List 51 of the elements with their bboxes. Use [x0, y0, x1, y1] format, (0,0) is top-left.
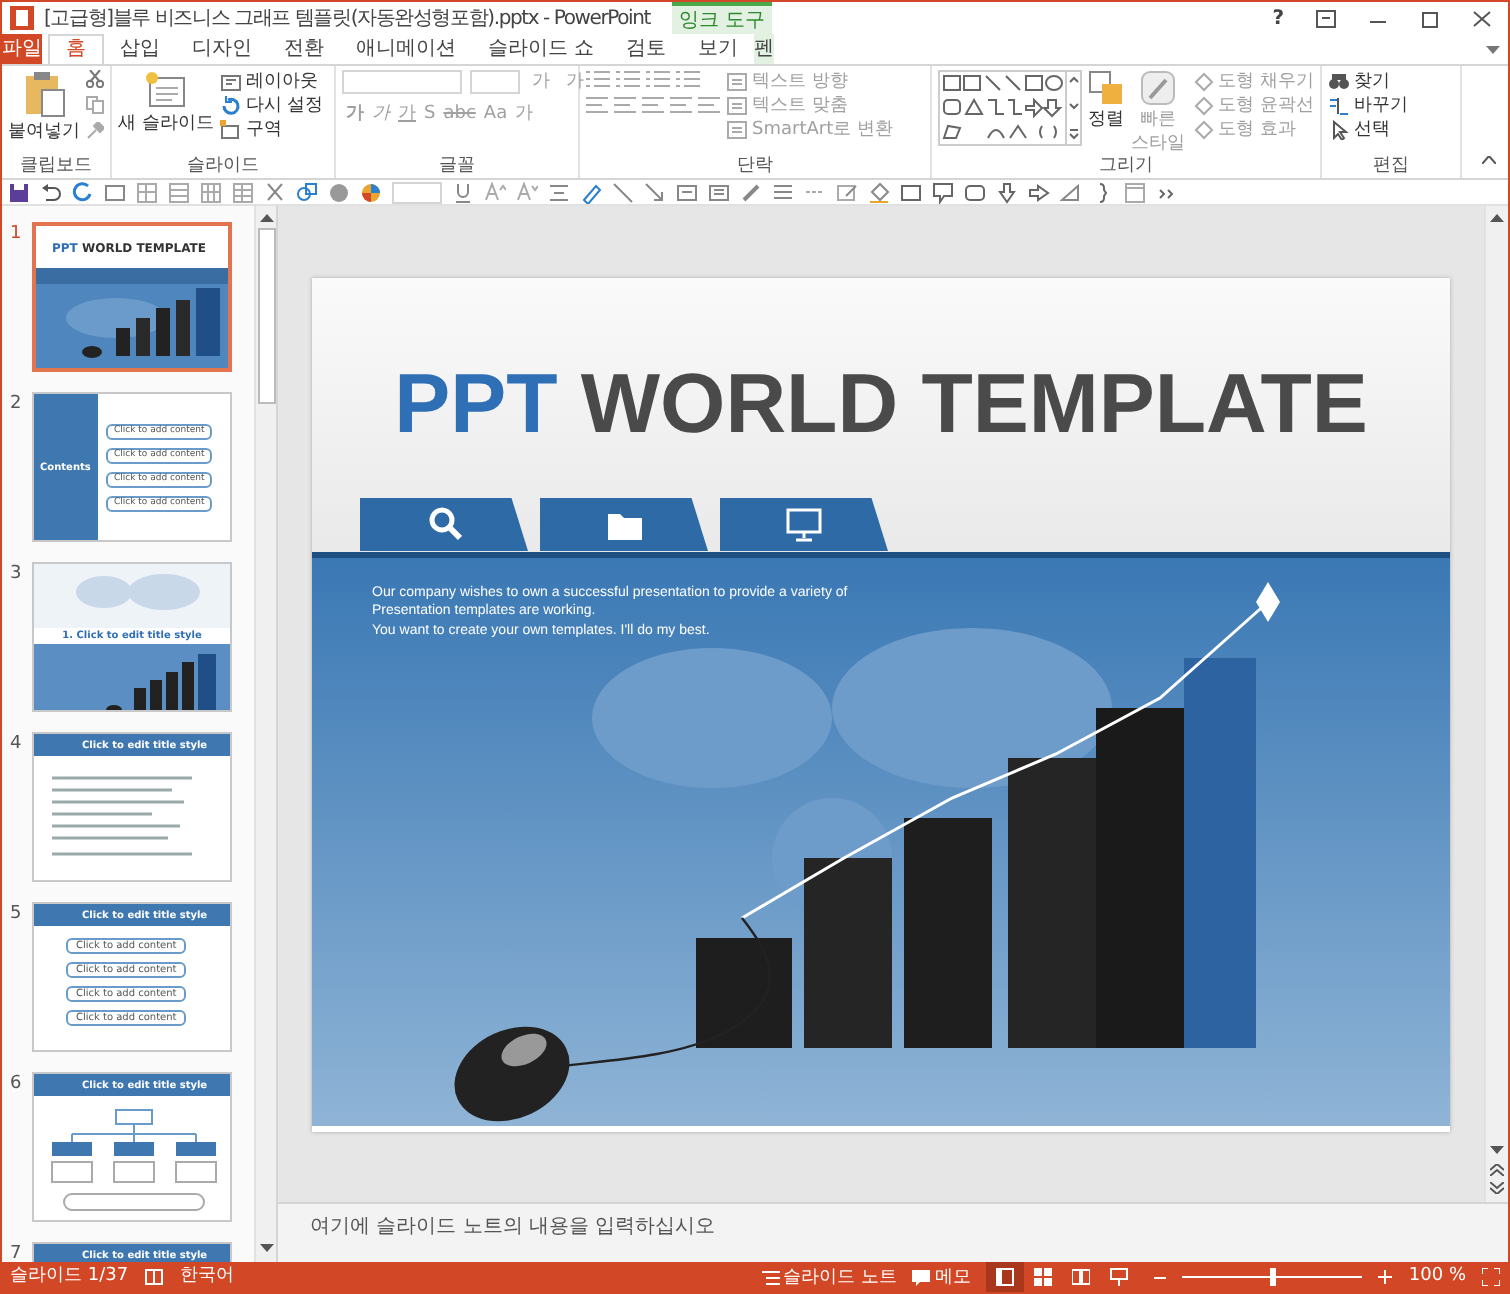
zoom-level[interactable]: 100 % [1408, 1263, 1466, 1291]
group-label: 클립보드 [18, 156, 94, 178]
group-label: 그리기 [1097, 156, 1155, 178]
ribbon-tab[interactable]: 디자인 [176, 34, 268, 64]
ribbon-tab[interactable]: 슬라이드 쇼 [472, 34, 611, 64]
ribbon-tab[interactable]: 검토 [610, 34, 683, 64]
group-label: 슬라이드 [185, 156, 261, 178]
ribbon-button[interactable]: 레이아웃 [219, 70, 324, 94]
ribbon-button[interactable]: 찾기 [1328, 70, 1408, 94]
comments-button[interactable]: 메모 [912, 1265, 971, 1289]
slide-number: 6 [10, 1072, 24, 1098]
ribbon-tab[interactable]: 홈 [48, 34, 104, 64]
format-button[interactable]: 가 [342, 102, 368, 126]
paste-button[interactable]: 붙여넣기 [8, 70, 80, 144]
slide-number: 5 [10, 902, 24, 928]
slide-number: 4 [10, 732, 24, 758]
ribbon-tab[interactable]: 펜 [754, 34, 775, 64]
format-button[interactable]: Aa [479, 102, 512, 126]
notes-button[interactable]: 슬라이드 노트 [761, 1265, 897, 1289]
ribbon-tab[interactable]: 보기 [682, 34, 755, 64]
language-label[interactable]: 한국어 [180, 1263, 235, 1291]
format-button[interactable]: 가 [511, 102, 538, 126]
ribbon-button[interactable]: 바꾸기 [1328, 94, 1408, 118]
format-button[interactable]: S [420, 102, 440, 126]
format-button[interactable]: abc [439, 102, 480, 126]
font-size-button[interactable]: 가 [562, 70, 588, 94]
ribbon-tab[interactable]: 애니메이션 [340, 34, 472, 64]
slide-counter: 슬라이드 1/37 [10, 1263, 129, 1290]
font-size-button[interactable]: 가 [528, 70, 554, 94]
format-button[interactable]: 가 [394, 102, 420, 126]
notes-field[interactable]: 여기에 슬라이드 노트의 내용을 입력하십시오 [278, 1202, 1508, 1262]
slide-number: 2 [10, 392, 24, 418]
help-button[interactable]: ? [1272, 3, 1284, 33]
ribbon-tab[interactable]: 삽입 [104, 34, 176, 64]
arrange-button[interactable]: 정렬 [1088, 70, 1124, 132]
ribbon-tab[interactable]: 파일 [2, 34, 42, 64]
ribbon-button[interactable]: 선택 [1328, 118, 1408, 142]
window-title: [고급형]블루 비즈니스 그래프 템플릿(자동완성형포함).pptx - PowerPoint [44, 5, 650, 33]
new-slide-button[interactable]: 새 슬라이드 [118, 70, 214, 136]
ribbon-button[interactable]: 다시 설정 [219, 94, 324, 118]
group-label: 글꼴 [437, 156, 477, 178]
group-label: 단락 [735, 156, 775, 178]
slide-number: 1 [10, 222, 24, 248]
ribbon-tab[interactable]: 전환 [268, 34, 340, 64]
format-button[interactable]: 가 [368, 102, 394, 126]
slide-number: 7 [10, 1242, 24, 1262]
ribbon-button[interactable]: 구역 [219, 118, 324, 142]
slide-number: 3 [10, 562, 24, 588]
context-tab-header: 잉크 도구 [672, 2, 772, 34]
group-label: 편집 [1371, 156, 1411, 178]
slide-title: PPT WORLD TEMPLATE [394, 353, 1368, 453]
